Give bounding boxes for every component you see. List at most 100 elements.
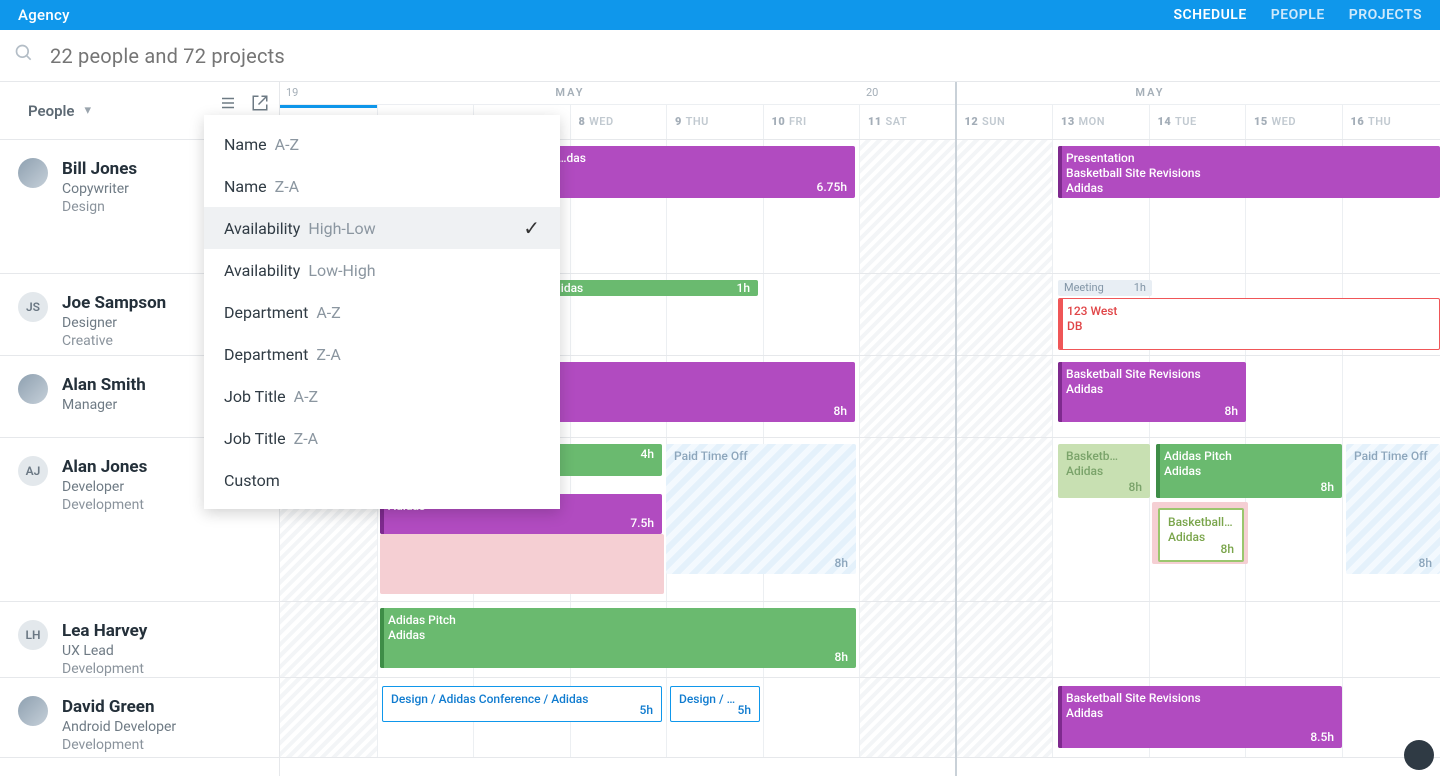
- export-icon[interactable]: [251, 94, 269, 116]
- task-hours: 1h: [737, 281, 751, 295]
- meeting-bar[interactable]: Meeting 1h: [1058, 280, 1152, 296]
- person-name: Alan Smith: [62, 374, 146, 396]
- pto-bar[interactable]: Paid Time Off 8h: [666, 444, 856, 574]
- day-header[interactable]: 15 WED: [1245, 105, 1342, 139]
- day-header[interactable]: 13 MON: [1052, 105, 1149, 139]
- month-label: MAY: [555, 86, 584, 99]
- task-title: Presentation Basketball Site Revisions A…: [1066, 151, 1432, 196]
- pto-bar[interactable]: Paid Time Off 8h: [1346, 444, 1440, 574]
- task-title: Basketball Site Revisions Adidas: [1066, 367, 1238, 397]
- task-hours: 5h: [640, 703, 654, 717]
- person-dept: Development: [62, 496, 147, 514]
- task-bar[interactable]: Basketb… Adidas 8h: [1058, 444, 1150, 498]
- search-bar: [0, 30, 1440, 82]
- sort-option[interactable]: AvailabilityHigh-Low✓: [204, 207, 560, 249]
- week-divider: [955, 82, 957, 776]
- person-name: Joe Sampson: [62, 292, 166, 314]
- day-header[interactable]: 14 TUE: [1149, 105, 1246, 139]
- person-dept: Development: [62, 660, 147, 678]
- task-hours: 8h: [835, 650, 849, 664]
- sort-option[interactable]: NameZ-A: [204, 165, 560, 207]
- task-title: Design / Adidas Conference / Adidas: [391, 692, 653, 707]
- person-name: Bill Jones: [62, 158, 137, 180]
- schedule-row[interactable]: Adidas Pitch Adidas 8h: [280, 602, 1440, 678]
- avatar: JS: [18, 292, 48, 322]
- task-bar[interactable]: Design / Adidas Conference / Adidas 5h: [382, 686, 662, 722]
- task-hours: 6.75h: [817, 180, 847, 194]
- task-hours: 5h: [738, 703, 752, 717]
- task-bar[interactable]: Basketball… Adidas 8h: [1158, 508, 1244, 562]
- sort-option[interactable]: DepartmentZ-A: [204, 333, 560, 375]
- task-bar[interactable]: Adidas Pitch Adidas 8h: [380, 608, 856, 668]
- sort-option[interactable]: Job TitleZ-A: [204, 417, 560, 459]
- person-role: Developer: [62, 478, 147, 496]
- task-bar[interactable]: 123 West DB: [1058, 298, 1440, 350]
- task-title: Paid Time Off: [674, 449, 848, 464]
- avatar: [18, 696, 48, 726]
- person-role: UX Lead: [62, 642, 147, 660]
- day-header[interactable]: 16 THU: [1342, 105, 1439, 139]
- task-title: Adidas Pitch Adidas: [1164, 449, 1334, 479]
- avatar: [18, 374, 48, 404]
- week-number: 19: [286, 86, 298, 99]
- avatar: AJ: [18, 456, 48, 486]
- task-bar[interactable]: Basketball Site Revisions Adidas 8h: [1058, 362, 1246, 422]
- task-bar[interactable]: Presentation Basketball Site Revisions A…: [1058, 146, 1440, 198]
- person-row[interactable]: LH Lea Harvey UX Lead Development: [0, 602, 279, 678]
- schedule-row[interactable]: Design / Adidas Conference / Adidas 5h D…: [280, 678, 1440, 758]
- task-hours: 4h: [641, 447, 655, 461]
- task-title: Paid Time Off: [1354, 449, 1432, 464]
- sort-option[interactable]: NameA-Z: [204, 123, 560, 165]
- task-title: Meeting: [1064, 281, 1104, 294]
- person-role: Copywriter: [62, 180, 137, 198]
- week-number: 20: [866, 86, 878, 99]
- day-header[interactable]: 12 SUN: [956, 105, 1053, 139]
- person-role: Android Developer: [62, 718, 176, 736]
- person-dept: Creative: [62, 332, 166, 350]
- day-header[interactable]: 11 SAT: [859, 105, 956, 139]
- task-hours: 1h: [1134, 281, 1146, 295]
- sort-option[interactable]: Custom: [204, 459, 560, 501]
- sort-option[interactable]: AvailabilityLow-High: [204, 249, 560, 291]
- person-name: Alan Jones: [62, 456, 147, 478]
- top-nav-tabs: SCHEDULE PEOPLE PROJECTS: [1173, 1, 1422, 29]
- avatar: LH: [18, 620, 48, 650]
- person-role: Manager: [62, 396, 146, 414]
- person-name: David Green: [62, 696, 176, 718]
- avatar: [18, 158, 48, 188]
- tab-schedule[interactable]: SCHEDULE: [1173, 1, 1246, 29]
- week-header: 19 MAY 20 MAY: [280, 82, 1440, 104]
- task-hours: 8h: [1221, 542, 1235, 556]
- day-header[interactable]: 9 THU: [666, 105, 763, 139]
- help-button[interactable]: [1404, 740, 1434, 770]
- task-hours: 8h: [835, 556, 849, 570]
- search-icon: [14, 43, 34, 68]
- month-label: MAY: [1135, 86, 1164, 99]
- sidebar-header-label: People: [28, 102, 75, 120]
- task-bar[interactable]: Basketball Site Revisions Adidas 8.5h: [1058, 686, 1342, 748]
- sort-option[interactable]: DepartmentA-Z: [204, 291, 560, 333]
- task-bar[interactable]: Adidas Pitch Adidas 8h: [1156, 444, 1342, 498]
- tab-projects[interactable]: PROJECTS: [1349, 1, 1422, 29]
- person-row[interactable]: David Green Android Developer Developmen…: [0, 678, 279, 758]
- task-hours: 7.5h: [630, 516, 654, 530]
- brand-name: Agency: [18, 6, 70, 24]
- sort-icon[interactable]: [219, 94, 237, 116]
- check-icon: ✓: [523, 216, 540, 240]
- person-name: Lea Harvey: [62, 620, 147, 642]
- search-input[interactable]: [50, 44, 1426, 68]
- chevron-down-icon: ▾: [85, 103, 92, 118]
- person-dept: Design: [62, 198, 137, 216]
- person-dept: Development: [62, 736, 176, 754]
- tab-people[interactable]: PEOPLE: [1271, 1, 1325, 29]
- task-bar[interactable]: Design / … 5h: [670, 686, 760, 722]
- task-title: Basketball… Adidas: [1168, 515, 1234, 545]
- sort-menu[interactable]: NameA-Z NameZ-A AvailabilityHigh-Low✓ Av…: [204, 115, 560, 509]
- task-title: Basketb… Adidas: [1066, 449, 1142, 479]
- sort-option[interactable]: Job TitleA-Z: [204, 375, 560, 417]
- task-hours: 8h: [1321, 480, 1335, 494]
- task-hours: 8h: [1419, 556, 1433, 570]
- day-header[interactable]: 10 FRI: [763, 105, 860, 139]
- day-header[interactable]: 8 WED: [570, 105, 667, 139]
- task-hours: 8h: [1129, 480, 1143, 494]
